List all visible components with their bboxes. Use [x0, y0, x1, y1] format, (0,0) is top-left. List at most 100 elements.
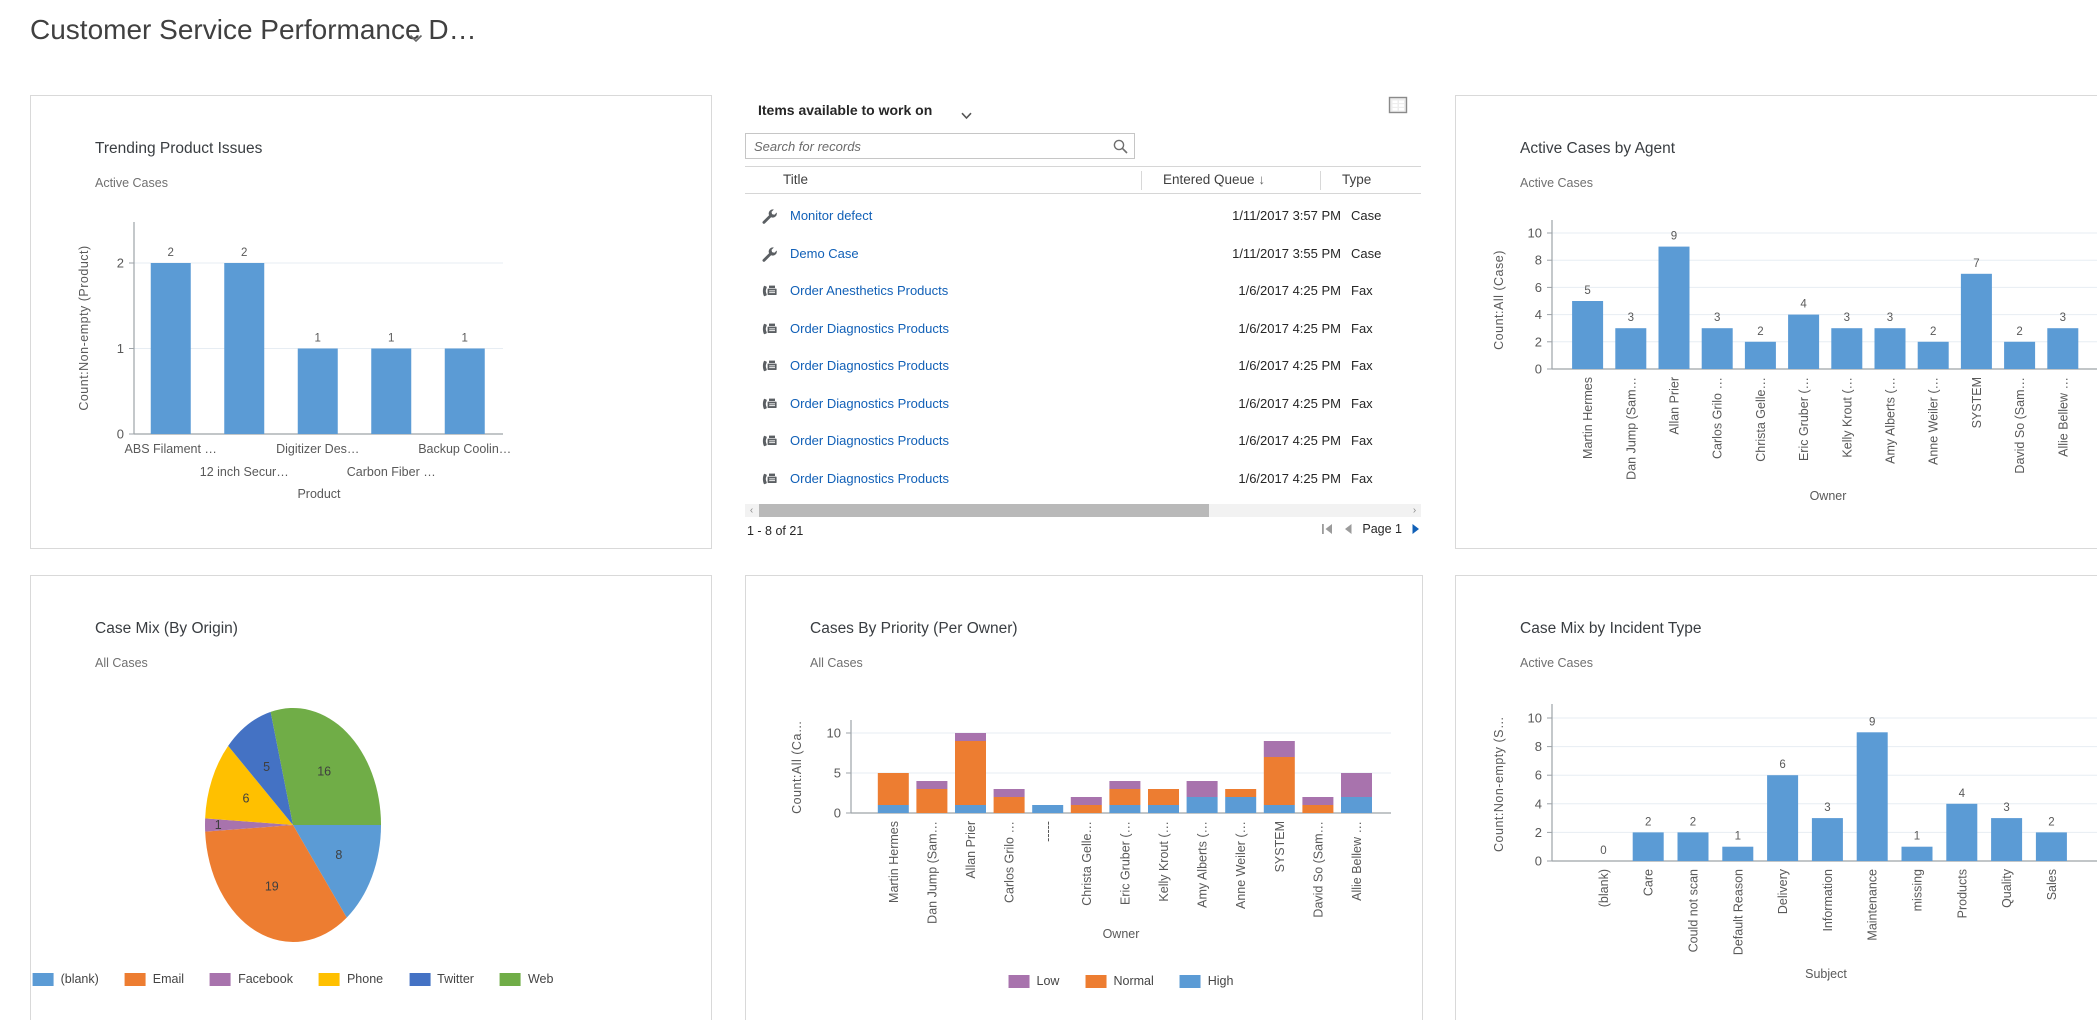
table-row[interactable]: Order Diagnostics Products 1/6/2017 4:25… — [745, 423, 1421, 461]
record-link[interactable]: Order Diagnostics Products — [790, 433, 949, 448]
legend-item: Normal — [1085, 974, 1153, 988]
svg-text:Count:All (Case): Count:All (Case) — [1492, 250, 1506, 350]
svg-text:9: 9 — [1671, 231, 1677, 243]
entered-queue-value: 1/6/2017 4:25 PM — [1145, 321, 1341, 336]
svg-text:Martin Hermes: Martin Hermes — [887, 821, 901, 903]
pagination: Page 1 — [1312, 522, 1421, 536]
svg-text:Carlos Grilo …: Carlos Grilo … — [1711, 377, 1725, 459]
svg-text:Count:Non-empty (S…: Count:Non-empty (S… — [1492, 716, 1506, 852]
scroll-left-icon[interactable]: ‹ — [745, 504, 758, 517]
record-link[interactable]: Order Diagnostics Products — [790, 471, 949, 486]
table-row[interactable]: Order Diagnostics Products 1/6/2017 4:25… — [745, 311, 1421, 349]
svg-text:2: 2 — [1930, 326, 1936, 338]
svg-text:3: 3 — [1714, 312, 1720, 324]
svg-text:0: 0 — [1600, 845, 1606, 857]
table-row[interactable]: Monitor defect 1/11/2017 3:57 PM Case — [745, 198, 1421, 236]
panel-trending-product-issues: Trending Product Issues Active Cases 012… — [30, 95, 712, 549]
scroll-right-icon[interactable]: › — [1408, 504, 1421, 517]
type-value: Fax — [1351, 433, 1373, 448]
record-link[interactable]: Order Diagnostics Products — [790, 358, 949, 373]
legend-label: Facebook — [238, 972, 293, 986]
horizontal-scrollbar[interactable]: ‹ › — [745, 504, 1421, 517]
svg-text:Allan Prier: Allan Prier — [964, 821, 978, 879]
entered-queue-value: 1/6/2017 4:25 PM — [1145, 471, 1341, 486]
record-link[interactable]: Order Diagnostics Products — [790, 321, 949, 336]
svg-text:6: 6 — [1535, 768, 1542, 783]
bar-chart-trending-product-issues: 0122ABS Filament …212 inch Secur…1Digiti… — [31, 96, 711, 548]
svg-text:10: 10 — [1528, 226, 1542, 241]
entered-queue-value: 1/6/2017 4:25 PM — [1145, 358, 1341, 373]
chevron-down-icon[interactable] — [961, 107, 972, 125]
table-header: Title Entered Queue ↓ Type — [745, 166, 1421, 194]
column-header-type[interactable]: Type — [1342, 172, 1371, 187]
prev-page-icon[interactable] — [1343, 523, 1353, 535]
panel-case-mix-by-origin: Case Mix (By Origin) All Cases 81916516 … — [30, 575, 712, 1020]
svg-text:2: 2 — [117, 256, 124, 271]
table-row[interactable]: Order Diagnostics Products 1/6/2017 4:25… — [745, 386, 1421, 424]
chevron-down-icon[interactable] — [409, 30, 423, 48]
column-header-entered-queue[interactable]: Entered Queue ↓ — [1163, 172, 1265, 187]
svg-text:2: 2 — [241, 247, 247, 259]
fax-icon — [761, 358, 779, 376]
column-separator — [1141, 171, 1142, 190]
legend-label: Twitter — [437, 972, 474, 986]
svg-text:10: 10 — [1528, 711, 1542, 726]
svg-text:Could not scan: Could not scan — [1687, 869, 1701, 952]
search-input[interactable] — [746, 134, 1112, 158]
svg-text:Owner: Owner — [1810, 489, 1847, 503]
record-link[interactable]: Demo Case — [790, 246, 859, 261]
svg-text:Anne Weiler (…: Anne Weiler (… — [1927, 377, 1941, 465]
scrollbar-thumb[interactable] — [759, 504, 1209, 517]
svg-text:0: 0 — [117, 427, 124, 442]
legend-label: Email — [153, 972, 184, 986]
svg-text:Digitizer Des…: Digitizer Des… — [276, 442, 359, 456]
record-range: 1 - 8 of 21 — [747, 524, 803, 538]
svg-text:Information: Information — [1821, 869, 1835, 932]
queue-title[interactable]: Items available to work on — [758, 102, 932, 118]
record-link[interactable]: Order Anesthetics Products — [790, 283, 948, 298]
legend-label: Web — [528, 972, 553, 986]
column-header-title[interactable]: Title — [783, 172, 808, 187]
svg-text:Allan Prier: Allan Prier — [1668, 377, 1682, 435]
svg-text:2: 2 — [1645, 816, 1651, 828]
svg-text:1: 1 — [462, 333, 468, 345]
svg-text:5: 5 — [834, 766, 841, 781]
svg-text:Dan Jump (Sam…: Dan Jump (Sam… — [925, 821, 939, 924]
svg-text:2: 2 — [1535, 825, 1542, 840]
svg-text:2: 2 — [1690, 816, 1696, 828]
fax-icon — [761, 433, 779, 451]
svg-text:Dan Jump (Sam…: Dan Jump (Sam… — [1624, 377, 1638, 480]
legend-label: Phone — [347, 972, 383, 986]
first-page-icon[interactable] — [1321, 523, 1334, 535]
svg-text:Maintenance: Maintenance — [1866, 869, 1880, 941]
svg-text:Default Reason: Default Reason — [1731, 869, 1745, 955]
search-icon[interactable] — [1112, 138, 1129, 160]
svg-text:1: 1 — [1735, 831, 1741, 843]
wrench-icon — [761, 246, 779, 264]
entered-queue-value: 1/6/2017 4:25 PM — [1145, 433, 1341, 448]
legend-label: (blank) — [61, 972, 99, 986]
svg-text:-----: ----- — [1041, 821, 1055, 842]
next-page-icon[interactable] — [1411, 523, 1421, 535]
legend-item: Phone — [319, 972, 383, 986]
bar-chart-active-cases-by-agent: 02468105Martin Hermes3Dan Jump (Sam…9All… — [1456, 96, 2097, 548]
fax-icon — [761, 396, 779, 414]
grid-icon[interactable] — [1388, 96, 1408, 120]
svg-text:Carlos Grilo …: Carlos Grilo … — [1003, 821, 1017, 903]
svg-text:Sales: Sales — [2045, 869, 2059, 900]
table-row[interactable]: Order Anesthetics Products 1/6/2017 4:25… — [745, 273, 1421, 311]
panel-active-cases-by-agent: Active Cases by Agent Active Cases 02468… — [1455, 95, 2097, 549]
chart-legend: LowNormalHigh — [1009, 974, 1234, 988]
record-link[interactable]: Monitor defect — [790, 208, 872, 223]
svg-text:1: 1 — [1914, 831, 1920, 843]
chart-legend: (blank) Email Facebook Phone Twitter Web — [33, 972, 554, 986]
table-row[interactable]: Order Diagnostics Products 1/6/2017 4:25… — [745, 348, 1421, 386]
svg-text:2: 2 — [2016, 326, 2022, 338]
svg-text:Backup Coolin…: Backup Coolin… — [418, 442, 511, 456]
table-row[interactable]: Order Diagnostics Products 1/6/2017 4:25… — [745, 461, 1421, 499]
svg-text:David So (Sam…: David So (Sam… — [1311, 821, 1325, 918]
record-link[interactable]: Order Diagnostics Products — [790, 396, 949, 411]
column-separator — [1320, 171, 1321, 190]
table-row[interactable]: Demo Case 1/11/2017 3:55 PM Case — [745, 236, 1421, 274]
svg-text:Count:Non-empty (Product): Count:Non-empty (Product) — [77, 245, 91, 410]
